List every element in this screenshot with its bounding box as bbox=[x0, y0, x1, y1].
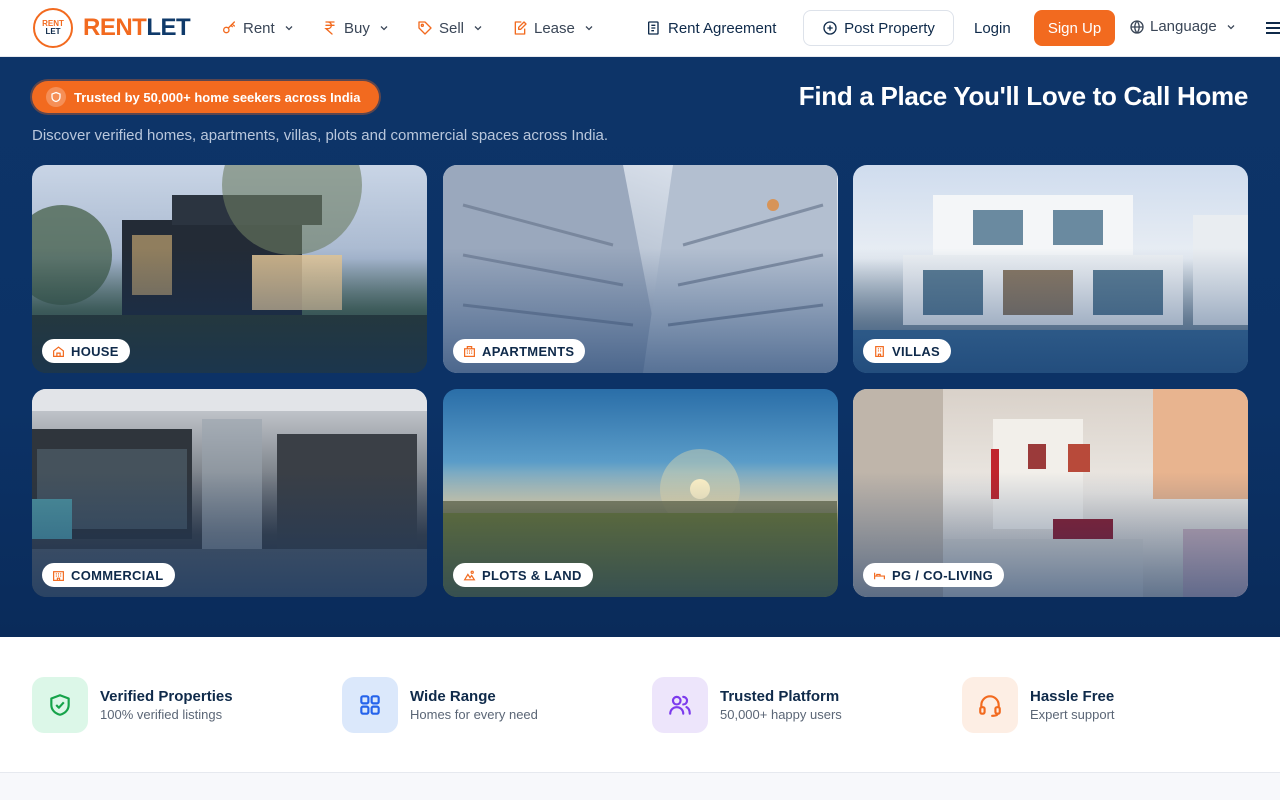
feature-subtitle: Expert support bbox=[1030, 707, 1115, 722]
grid-icon bbox=[360, 695, 380, 715]
signup-button[interactable]: Sign Up bbox=[1034, 10, 1115, 46]
chevron-down-icon bbox=[1227, 24, 1235, 29]
feature-icon-box bbox=[32, 677, 88, 733]
chevron-down-icon bbox=[585, 26, 593, 31]
language-selector[interactable]: Language bbox=[1129, 18, 1237, 35]
feature-subtitle: Homes for every need bbox=[410, 707, 538, 722]
category-tag: HOUSE bbox=[42, 339, 130, 363]
office-icon bbox=[53, 570, 64, 581]
feature-title: Wide Range bbox=[410, 688, 496, 705]
plus-circle-icon bbox=[823, 21, 837, 35]
category-label: HOUSE bbox=[71, 343, 119, 359]
category-label: PLOTS & LAND bbox=[482, 567, 582, 583]
nav-sell[interactable]: Sell bbox=[417, 18, 484, 38]
features-strip: Verified Properties 100% verified listin… bbox=[0, 637, 1280, 773]
category-card-commercial[interactable]: COMMERCIAL bbox=[32, 389, 427, 597]
feature-title: Trusted Platform bbox=[720, 688, 840, 705]
brand-logo[interactable]: RENT LET RENTLET bbox=[33, 8, 191, 48]
nav-buy[interactable]: Buy bbox=[322, 18, 390, 38]
users-icon bbox=[669, 695, 691, 715]
trust-badge-text: Trusted by 50,000+ home seekers across I… bbox=[74, 89, 361, 105]
signup-label: Sign Up bbox=[1047, 19, 1102, 37]
tag-icon bbox=[418, 21, 432, 35]
globe-icon bbox=[1130, 19, 1144, 34]
category-card-apartments[interactable]: APARTMENTS bbox=[443, 165, 838, 373]
category-tag: PLOTS & LAND bbox=[453, 563, 593, 587]
nav-lease[interactable]: Lease bbox=[512, 18, 595, 38]
feature-subtitle: 50,000+ happy users bbox=[720, 707, 842, 722]
logo-wordmark: RENTLET bbox=[83, 14, 191, 42]
nav-rent-label: Rent bbox=[243, 19, 275, 37]
category-label: PG / CO-LIVING bbox=[892, 567, 993, 583]
category-card-house[interactable]: HOUSE bbox=[32, 165, 427, 373]
shield-badge-icon bbox=[46, 87, 66, 107]
category-tag: VILLAS bbox=[863, 339, 952, 363]
hero-subtitle: Discover verified homes, apartments, vil… bbox=[32, 127, 609, 144]
post-property-label: Post Property bbox=[844, 19, 935, 37]
category-tag: COMMERCIAL bbox=[42, 563, 175, 587]
building-icon bbox=[464, 345, 475, 357]
feature-verified: Verified Properties 100% verified listin… bbox=[32, 677, 233, 733]
rupee-icon bbox=[324, 21, 335, 35]
headset-icon bbox=[979, 695, 1001, 717]
hero-title: Find a Place You'll Love to Call Home bbox=[798, 81, 1249, 111]
edit-document-icon bbox=[514, 21, 527, 35]
top-navbar: RENT LET RENTLET Rent Buy Sell Lease Ren… bbox=[0, 0, 1280, 57]
menu-button[interactable] bbox=[1266, 20, 1280, 41]
trust-badge: Trusted by 50,000+ home seekers across I… bbox=[32, 81, 379, 113]
login-label: Login bbox=[974, 19, 1011, 37]
login-link[interactable]: Login bbox=[974, 10, 1011, 46]
feature-title: Verified Properties bbox=[100, 688, 233, 705]
nav-lease-label: Lease bbox=[534, 19, 575, 37]
villa-icon bbox=[875, 345, 884, 357]
feature-icon-box bbox=[652, 677, 708, 733]
chevron-down-icon bbox=[474, 26, 482, 31]
chevron-down-icon bbox=[380, 26, 388, 31]
category-label: APARTMENTS bbox=[482, 343, 575, 359]
key-icon bbox=[223, 21, 235, 34]
logo-word-1: RENT bbox=[83, 14, 147, 41]
nav-rent[interactable]: Rent bbox=[221, 18, 295, 38]
rent-agreement-label: Rent Agreement bbox=[668, 19, 777, 37]
document-icon bbox=[648, 21, 659, 35]
feature-icon-box bbox=[342, 677, 398, 733]
language-label: Language bbox=[1150, 18, 1217, 35]
hamburger-icon bbox=[1266, 22, 1280, 34]
rent-agreement-link[interactable]: Rent Agreement bbox=[646, 10, 776, 46]
chevron-down-icon bbox=[285, 26, 293, 31]
feature-subtitle: 100% verified listings bbox=[100, 707, 223, 722]
feature-trusted: Trusted Platform 50,000+ happy users bbox=[652, 677, 842, 733]
feature-hassle-free: Hassle Free Expert support bbox=[962, 677, 1115, 733]
nav-sell-label: Sell bbox=[439, 19, 465, 37]
category-label: VILLAS bbox=[892, 343, 941, 359]
logo-word-2: LET bbox=[146, 14, 191, 41]
category-tag: PG / CO-LIVING bbox=[863, 563, 1004, 587]
logo-badge: RENT LET bbox=[33, 8, 73, 48]
nav-buy-label: Buy bbox=[344, 19, 370, 37]
feature-icon-box bbox=[962, 677, 1018, 733]
land-icon bbox=[463, 570, 476, 580]
shield-check-icon bbox=[50, 694, 70, 716]
hero-section: Trusted by 50,000+ home seekers across I… bbox=[0, 57, 1280, 637]
category-card-plots[interactable]: PLOTS & LAND bbox=[443, 389, 838, 597]
post-property-button[interactable]: Post Property bbox=[803, 10, 954, 46]
category-card-villas[interactable]: VILLAS bbox=[853, 165, 1248, 373]
logo-badge-bottom: LET bbox=[45, 27, 61, 36]
category-card-pg[interactable]: PG / CO-LIVING bbox=[853, 389, 1248, 597]
category-label: COMMERCIAL bbox=[71, 567, 164, 583]
bed-icon bbox=[874, 572, 885, 579]
home-icon bbox=[53, 345, 64, 357]
feature-title: Hassle Free bbox=[1030, 688, 1115, 705]
feature-wide-range: Wide Range Homes for every need bbox=[342, 677, 538, 733]
category-tag: APARTMENTS bbox=[453, 339, 586, 363]
